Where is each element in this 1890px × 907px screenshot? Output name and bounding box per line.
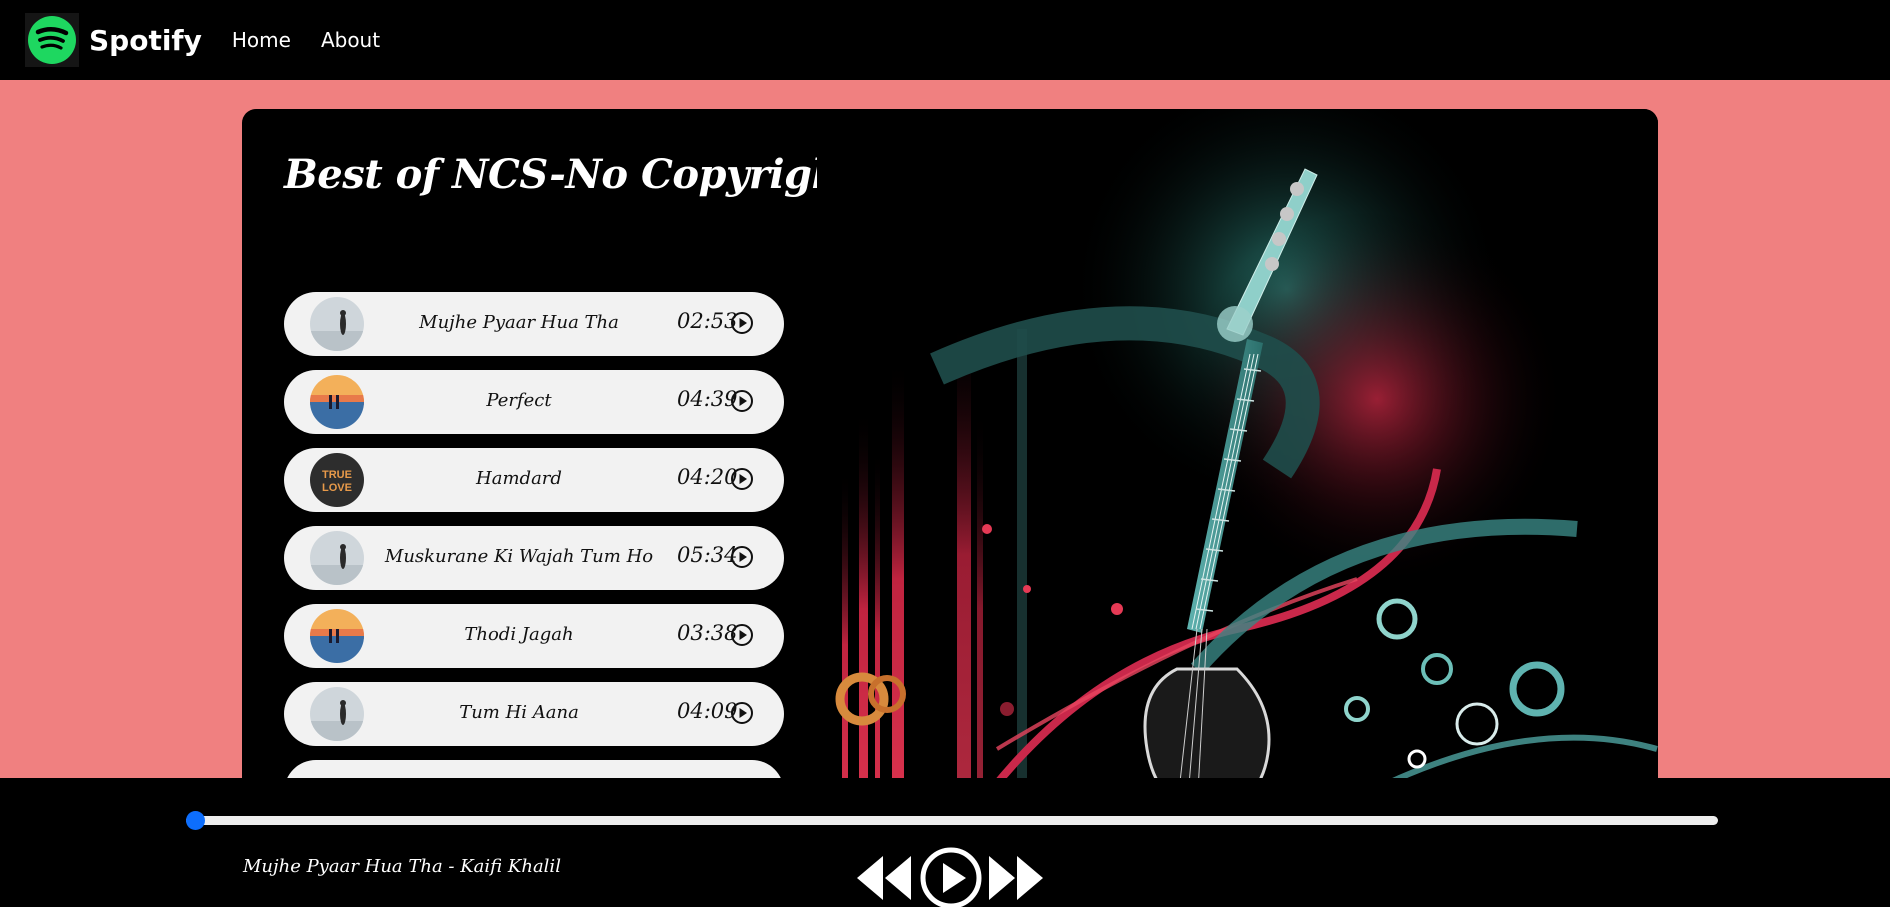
play-circle-icon[interactable] bbox=[730, 701, 754, 725]
play-circle-icon[interactable] bbox=[730, 311, 754, 335]
song-item[interactable]: Mujhe Pyaar Hua Tha 02:53 bbox=[284, 292, 784, 356]
previous-track-icon[interactable] bbox=[853, 852, 917, 904]
song-name: Tum Hi Aana bbox=[459, 702, 579, 723]
song-item[interactable]: Tum Hi Aana 04:09 bbox=[284, 682, 784, 746]
song-cover-image bbox=[310, 297, 364, 351]
song-duration: 05:34 bbox=[677, 543, 738, 567]
nav-link-about[interactable]: About bbox=[321, 28, 380, 52]
svg-text:TRUE: TRUE bbox=[322, 469, 352, 481]
nav-link-home[interactable]: Home bbox=[232, 28, 291, 52]
song-item[interactable]: Thodi Jagah 03:38 bbox=[284, 604, 784, 668]
spotify-logo-icon[interactable] bbox=[25, 13, 79, 67]
song-cover-image bbox=[310, 687, 364, 741]
song-duration: 04:39 bbox=[677, 387, 738, 411]
song-name: Mujhe Pyaar Hua Tha bbox=[419, 312, 619, 333]
song-name: Hamdard bbox=[476, 468, 562, 489]
progress-slider-thumb[interactable] bbox=[186, 811, 205, 830]
song-name: Thodi Jagah bbox=[464, 624, 574, 645]
song-cover-image bbox=[310, 531, 364, 585]
play-circle-icon[interactable] bbox=[730, 389, 754, 413]
player-bar: Mujhe Pyaar Hua Tha - Kaifi Khalil bbox=[0, 778, 1890, 907]
play-circle-icon[interactable] bbox=[730, 545, 754, 569]
song-cover-image bbox=[310, 375, 364, 429]
navbar: Spotify Home About bbox=[0, 0, 1890, 80]
song-list: Mujhe Pyaar Hua Tha 02:53 Perfect 04:39 TRUE… bbox=[284, 292, 784, 838]
song-name: Perfect bbox=[486, 390, 552, 411]
song-cover-image bbox=[310, 609, 364, 663]
song-item[interactable]: Muskurane Ki Wajah Tum Ho 05:34 bbox=[284, 526, 784, 590]
song-duration: 04:20 bbox=[677, 465, 738, 489]
progress-bar[interactable] bbox=[186, 816, 1718, 825]
song-duration: 04:09 bbox=[677, 699, 738, 723]
song-duration: 03:38 bbox=[677, 621, 738, 645]
brand-name[interactable]: Spotify bbox=[89, 24, 202, 57]
next-track-icon[interactable] bbox=[985, 852, 1049, 904]
playback-controls bbox=[853, 846, 1049, 907]
song-name: Muskurane Ki Wajah Tum Ho bbox=[384, 546, 654, 567]
now-playing-label: Mujhe Pyaar Hua Tha - Kaifi Khalil bbox=[243, 856, 561, 877]
song-item[interactable]: TRUE LOVE Hamdard 04:20 bbox=[284, 448, 784, 512]
svg-text:LOVE: LOVE bbox=[322, 482, 352, 494]
song-cover-image: TRUE LOVE bbox=[310, 453, 364, 507]
song-item[interactable]: Perfect 04:39 bbox=[284, 370, 784, 434]
play-circle-icon[interactable] bbox=[919, 846, 983, 907]
play-circle-icon[interactable] bbox=[730, 623, 754, 647]
play-circle-icon[interactable] bbox=[730, 467, 754, 491]
song-duration: 02:53 bbox=[677, 309, 738, 333]
